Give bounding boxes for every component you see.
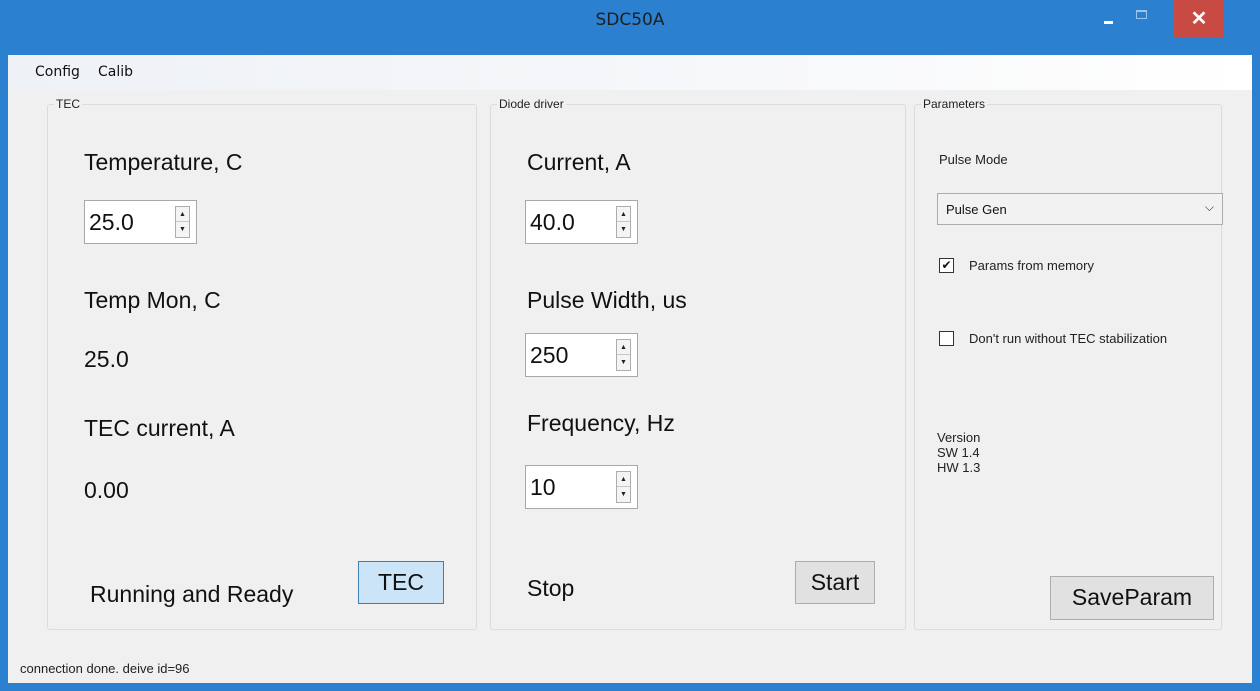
pulse-mode-value: Pulse Gen [946, 202, 1007, 217]
tec-button[interactable]: TEC [358, 561, 444, 604]
sw-version: SW 1.4 [937, 445, 980, 460]
spin-down-icon[interactable]: ▼ [176, 222, 189, 237]
tec-stabilization-label[interactable]: Don't run without TEC stabilization [969, 331, 1167, 346]
app-window: SDC50A ✕ Config Calib TEC Temperature, C… [0, 0, 1260, 691]
current-spinner[interactable]: 40.0 ▲ ▼ [525, 200, 638, 244]
spin-down-icon[interactable]: ▼ [617, 355, 630, 370]
tec-current-value: 0.00 [84, 477, 129, 503]
pulse-width-value[interactable]: 250 [530, 342, 568, 369]
diode-state-text: Stop [527, 575, 575, 601]
params-from-memory-checkbox[interactable]: ✔ [939, 258, 954, 273]
temp-mon-label: Temp Mon, C [84, 287, 221, 313]
version-label: Version [937, 430, 981, 445]
spin-up-icon[interactable]: ▲ [617, 472, 630, 487]
maximize-icon [1136, 10, 1147, 19]
temp-mon-value: 25.0 [84, 346, 129, 372]
tec-current-label: TEC current, A [84, 415, 235, 441]
spin-down-icon[interactable]: ▼ [617, 222, 630, 237]
current-value[interactable]: 40.0 [530, 209, 575, 236]
tec-status-text: Running and Ready [90, 581, 294, 607]
tec-stabilization-checkbox[interactable] [939, 331, 954, 346]
frequency-spinner[interactable]: 10 ▲ ▼ [525, 465, 638, 509]
menu-calib[interactable]: Calib [98, 64, 133, 80]
diode-group-label: Diode driver [497, 97, 566, 111]
hw-version: HW 1.3 [937, 460, 981, 475]
parameters-group-label: Parameters [921, 97, 988, 111]
pulse-width-spinner[interactable]: 250 ▲ ▼ [525, 333, 638, 377]
start-button[interactable]: Start [795, 561, 875, 604]
pulse-mode-select[interactable]: Pulse Gen ⌵ [937, 193, 1223, 225]
status-bar-text: connection done. deive id=96 [20, 661, 190, 676]
spin-up-icon[interactable]: ▲ [176, 207, 189, 222]
title-bar[interactable]: SDC50A ✕ [0, 0, 1260, 55]
minimize-icon [1104, 21, 1113, 24]
parameters-group: Parameters Pulse Mode Pulse Gen ⌵ ✔ Para… [914, 97, 1223, 630]
close-icon: ✕ [1190, 8, 1208, 30]
menu-bar: Config Calib [8, 55, 1252, 90]
maximize-button[interactable] [1125, 0, 1159, 36]
spin-up-icon[interactable]: ▲ [617, 340, 630, 355]
tec-group: TEC Temperature, C 25.0 ▲ ▼ Temp Mon, C … [47, 97, 477, 630]
params-from-memory-label[interactable]: Params from memory [969, 258, 1094, 273]
temperature-spinner[interactable]: 25.0 ▲ ▼ [84, 200, 197, 244]
temperature-value[interactable]: 25.0 [89, 209, 134, 236]
current-spin-buttons[interactable]: ▲ ▼ [616, 206, 631, 238]
pulse-width-label: Pulse Width, us [527, 287, 687, 313]
menu-config[interactable]: Config [35, 64, 80, 80]
diode-driver-group: Diode driver Current, A 40.0 ▲ ▼ Pulse W… [490, 97, 906, 630]
current-label: Current, A [527, 149, 631, 175]
temperature-spin-buttons[interactable]: ▲ ▼ [175, 206, 190, 238]
temperature-label: Temperature, C [84, 149, 243, 175]
tec-group-label: TEC [54, 97, 82, 111]
close-button[interactable]: ✕ [1174, 0, 1224, 38]
save-param-button[interactable]: SaveParam [1050, 576, 1214, 620]
frequency-label: Frequency, Hz [527, 410, 675, 436]
client-area: Config Calib TEC Temperature, C 25.0 ▲ ▼… [8, 55, 1252, 683]
chevron-down-icon[interactable]: ⌵ [1205, 200, 1214, 215]
frequency-spin-buttons[interactable]: ▲ ▼ [616, 471, 631, 503]
minimize-button[interactable] [1091, 0, 1125, 36]
pulse-mode-label: Pulse Mode [939, 152, 1008, 167]
window-title: SDC50A [595, 10, 665, 30]
spin-up-icon[interactable]: ▲ [617, 207, 630, 222]
spin-down-icon[interactable]: ▼ [617, 487, 630, 502]
frequency-value[interactable]: 10 [530, 474, 556, 501]
pulse-width-spin-buttons[interactable]: ▲ ▼ [616, 339, 631, 371]
